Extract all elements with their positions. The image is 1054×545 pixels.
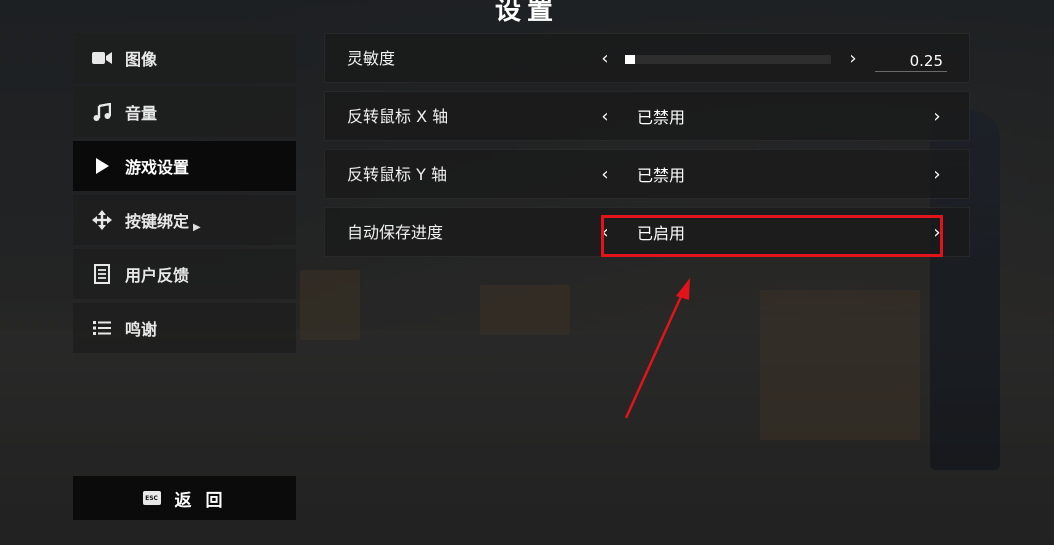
back-button[interactable]: ESC 返 回 (73, 476, 296, 520)
increase-arrow-icon[interactable]: › (845, 34, 861, 84)
sidebar-item-label: 音量 (125, 104, 158, 123)
setting-value: 已禁用 (637, 166, 686, 185)
sidebar-item-label: 鸣谢 (125, 320, 158, 339)
sidebar-item-game-settings[interactable]: 游戏设置 (73, 141, 296, 191)
next-option-arrow-icon[interactable]: › (929, 208, 945, 258)
sidebar-item-key-bindings[interactable]: 按键绑定 ▶ (73, 195, 296, 245)
video-camera-icon (91, 48, 113, 68)
play-icon (91, 156, 113, 176)
sidebar-item-graphics[interactable]: 图像 (73, 33, 296, 83)
background-crate (300, 270, 360, 340)
sidebar-item-label: 游戏设置 (125, 158, 190, 177)
page-title: 设置 (494, 0, 559, 26)
move-arrows-icon (91, 210, 113, 230)
esc-key-icon: ESC (142, 491, 161, 505)
previous-option-arrow-icon[interactable]: ‹ (597, 208, 613, 258)
setting-row-invert-y: 反转鼠标 Y 轴 ‹ 已禁用 › (324, 149, 970, 199)
setting-value: 已启用 (637, 224, 686, 243)
back-button-label: 返 回 (174, 490, 227, 511)
sensitivity-value-field[interactable]: 0.25 (875, 48, 947, 72)
setting-row-invert-x: 反转鼠标 X 轴 ‹ 已禁用 › (324, 91, 970, 141)
list-icon (91, 318, 113, 338)
decrease-arrow-icon[interactable]: ‹ (597, 34, 613, 84)
previous-option-arrow-icon[interactable]: ‹ (597, 92, 613, 142)
sidebar-item-label: 用户反馈 (125, 266, 190, 285)
background-crate (480, 285, 570, 335)
background-crate (760, 290, 920, 440)
slider-fill (625, 55, 635, 64)
setting-value: 已禁用 (637, 108, 686, 127)
sidebar-item-feedback[interactable]: 用户反馈 (73, 249, 296, 299)
setting-label: 反转鼠标 Y 轴 (347, 165, 447, 184)
feedback-document-icon (91, 264, 113, 284)
next-option-arrow-icon[interactable]: › (929, 150, 945, 200)
sidebar-item-audio[interactable]: 音量 (73, 87, 296, 137)
setting-row-sensitivity: 灵敏度 ‹ › 0.25 (324, 33, 970, 83)
setting-label: 自动保存进度 (347, 223, 444, 242)
previous-option-arrow-icon[interactable]: ‹ (597, 150, 613, 200)
sidebar-item-credits[interactable]: 鸣谢 (73, 303, 296, 353)
next-option-arrow-icon[interactable]: › (929, 92, 945, 142)
sensitivity-slider[interactable] (625, 55, 831, 64)
mouse-cursor-icon: ▶ (193, 221, 201, 233)
sidebar-item-label: 按键绑定 (125, 212, 190, 231)
music-note-icon (91, 102, 113, 122)
sidebar: 图像 音量 游戏设置 按键绑定 ▶ 用户反馈 鸣谢 (73, 33, 296, 357)
sidebar-item-label: 图像 (125, 50, 158, 69)
setting-label: 反转鼠标 X 轴 (347, 107, 449, 126)
settings-panel: 灵敏度 ‹ › 0.25 反转鼠标 X 轴 ‹ 已禁用 › 反转鼠标 Y 轴 ‹… (324, 33, 970, 265)
setting-label: 灵敏度 (347, 49, 396, 68)
setting-row-autosave: 自动保存进度 ‹ 已启用 › (324, 207, 970, 257)
